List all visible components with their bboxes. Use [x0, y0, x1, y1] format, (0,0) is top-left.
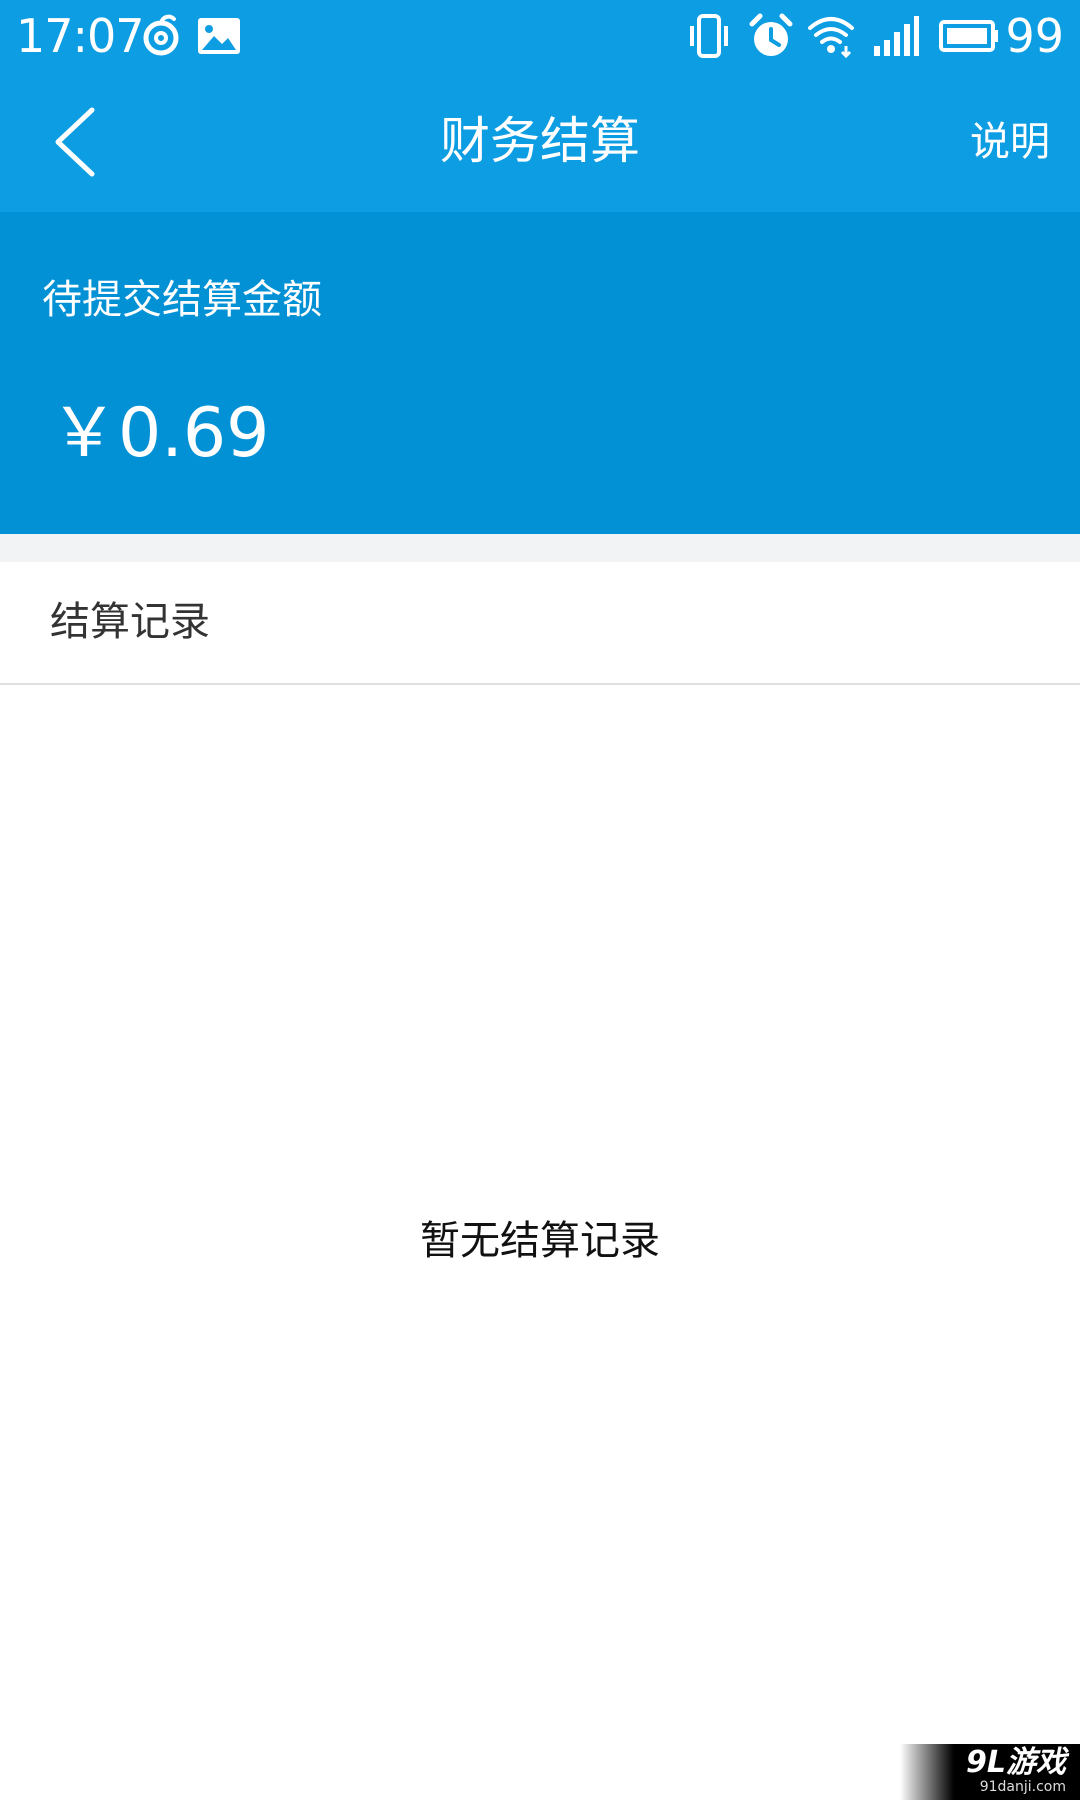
signal-icon — [874, 16, 919, 56]
battery-icon — [939, 20, 998, 52]
app-bar: 财务结算 说明 — [0, 72, 1080, 212]
alarm-icon — [749, 13, 793, 56]
watermark-url: 91danji.com — [979, 1779, 1066, 1795]
empty-state-text: 暂无结算记录 — [420, 1218, 660, 1264]
netease-music-icon — [143, 14, 179, 56]
battery-level: 99 — [1005, 9, 1064, 63]
status-bar: 17:07 99 — [0, 0, 1080, 72]
watermark-logo: 9L游戏 — [966, 1745, 1066, 1780]
watermark: 9L游戏 91danji.com — [900, 1744, 1080, 1800]
pending-amount-value: ￥0.69 — [50, 394, 270, 473]
pending-amount-panel: 待提交结算金额 ￥0.69 — [0, 212, 1080, 534]
wifi-icon — [808, 17, 854, 59]
records-section-header: 结算记录 — [0, 562, 1080, 685]
section-gap — [0, 534, 1080, 562]
gallery-icon — [198, 18, 240, 54]
records-title: 结算记录 — [50, 599, 210, 645]
pending-amount-label: 待提交结算金额 — [42, 277, 322, 323]
vibrate-icon — [690, 14, 728, 58]
status-time: 17:07 — [16, 9, 145, 63]
page-title: 财务结算 — [440, 112, 640, 170]
help-button[interactable]: 说明 — [970, 116, 1050, 168]
